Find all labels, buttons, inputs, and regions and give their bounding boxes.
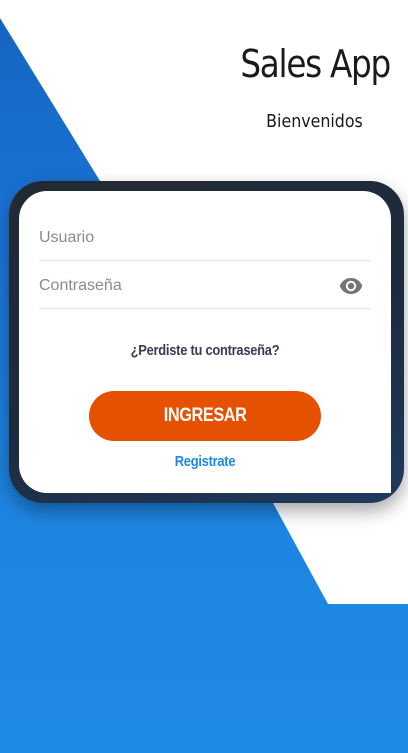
eye-icon[interactable] <box>339 277 363 295</box>
register-link[interactable]: Registrate <box>45 453 365 470</box>
password-input[interactable] <box>39 273 329 299</box>
login-button-label: INGRESAR <box>163 405 247 426</box>
login-button[interactable]: INGRESAR <box>89 391 321 441</box>
forgot-password-link[interactable]: ¿Perdiste tu contraseña? <box>45 342 365 359</box>
welcome-subtitle: Bienvenidos <box>266 111 363 132</box>
username-field <box>39 215 371 261</box>
app-title: Sales App <box>240 42 391 86</box>
password-field <box>39 263 371 309</box>
login-card: ¿Perdiste tu contraseña? INGRESAR Regist… <box>19 191 391 493</box>
username-input[interactable] <box>39 225 329 251</box>
